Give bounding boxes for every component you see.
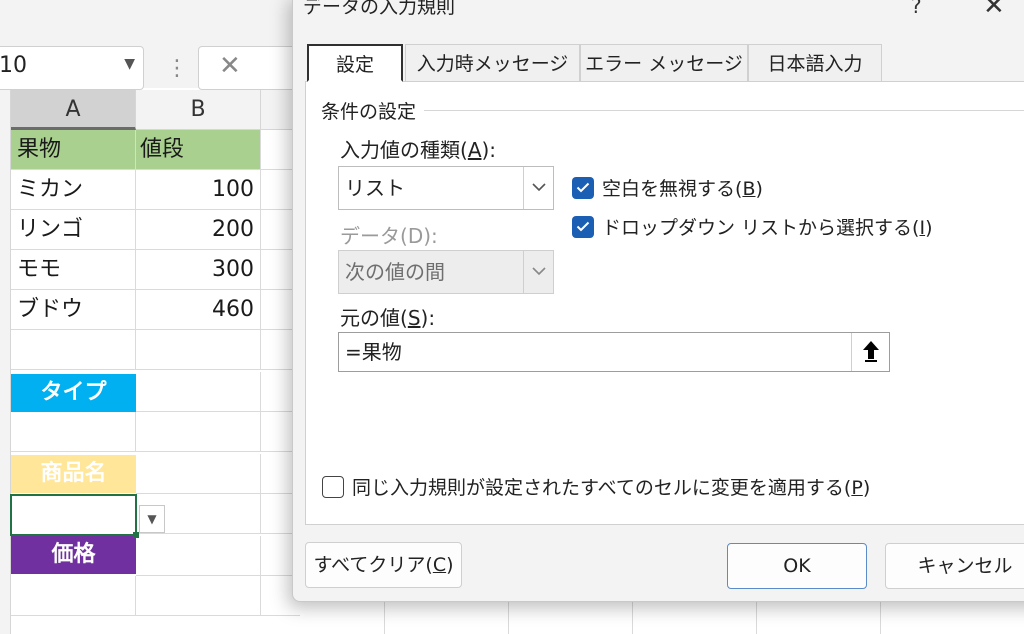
in-cell-dropdown-checkbox[interactable]: ドロップダウン リストから選択する(I) [572,213,933,240]
tab-error-alert[interactable]: エラー メッセージ [580,44,748,82]
active-cell[interactable] [10,494,139,538]
ignore-blank-label: 空白を無視する(B) [602,178,763,200]
source-access-key: S [407,306,421,330]
cell-b6[interactable] [136,330,261,370]
cell-b4[interactable]: 300 [136,250,261,290]
cell-b5[interactable]: 460 [136,290,261,330]
cell-a5[interactable]: ブドウ [11,290,136,330]
chevron-down-icon[interactable] [523,167,553,209]
help-icon[interactable]: ? [911,0,922,19]
ok-button[interactable]: OK [727,543,867,589]
source-label: 元の値(S): [340,306,436,330]
grid-line [384,598,385,634]
grid-line [880,598,881,634]
cell-b2[interactable]: 100 [136,170,261,210]
product-name-label-cell[interactable]: 商品名 [11,455,136,493]
group-divider [321,110,1024,111]
chevron-down-icon [523,251,553,293]
cancel-button[interactable]: キャンセル [885,543,1024,589]
cell-a6[interactable] [11,330,136,370]
validation-criteria-title: 条件の設定 [321,97,425,124]
cell-a2[interactable]: ミカン [11,170,136,210]
source-value: =果物 [345,340,402,364]
more-options-icon: ⋮ [166,56,188,81]
settings-panel: 条件の設定 入力値の種類(A): リスト データ(D): 次の値の間 空白を無視… [305,81,1024,525]
grid-line [756,598,757,634]
name-box-value: 10 [0,53,27,78]
cell-b11[interactable] [136,536,261,576]
name-box[interactable]: 10 ▼ [0,46,144,90]
tab-settings[interactable]: 設定 [307,44,403,82]
clear-all-button[interactable]: すべてクリア(C) [305,542,462,588]
cell-a3[interactable]: リンゴ [11,210,136,250]
checkbox-empty-icon[interactable] [322,475,344,498]
cell-b8[interactable] [136,412,261,452]
cell-dropdown-button[interactable]: ▼ [139,505,165,533]
ignore-blank-checkbox[interactable]: 空白を無視する(B) [572,174,763,201]
cell-b7[interactable] [136,372,261,412]
apply-all-checkbox[interactable]: 同じ入力規則が設定されたすべてのセルに変更を適用する(P) [322,473,870,500]
dialog-title: データの入力規則 [303,0,456,15]
checkmark-icon[interactable] [572,176,594,199]
range-select-button[interactable] [851,333,889,371]
data-validation-dialog: データの入力規則 ? ✕ 設定 入力時メッセージ エラー メッセージ 日本語入力… [292,0,1024,602]
grid-line [508,598,509,634]
cell-b3[interactable]: 200 [136,210,261,250]
cell-a1[interactable]: 果物 [11,130,136,170]
checkmark-icon[interactable] [572,215,594,238]
type-label-cell[interactable]: タイプ [11,374,136,412]
data-access-key: D [407,224,424,248]
worksheet-grid: A B 果物 値段 ミカン 100 リンゴ 200 モモ 300 ブドウ 460 [0,90,301,634]
apply-all-label: 同じ入力規則が設定されたすべてのセルに変更を適用する(P) [352,477,871,499]
chevron-down-icon[interactable]: ▼ [124,56,135,72]
data-value: 次の値の間 [345,260,445,284]
column-header-b[interactable]: B [136,90,261,130]
allow-access-key: A [467,138,482,162]
cell-b1[interactable]: 値段 [136,130,261,170]
price-label-cell[interactable]: 価格 [11,536,136,574]
cell-a4[interactable]: モモ [11,250,136,290]
close-icon[interactable]: ✕ [983,0,1005,21]
cell-b12[interactable] [136,576,261,616]
source-input[interactable]: =果物 [338,332,890,372]
allow-label: 入力値の種類(A): [340,138,497,162]
tab-input-mode[interactable]: 日本語入力 [748,44,882,82]
tab-input-message[interactable]: 入力時メッセージ [405,44,580,82]
data-label: データ(D): [340,224,438,248]
cell-a8[interactable] [11,412,136,452]
formula-bar: 10 ▼ ⋮ ✕ [0,18,308,90]
data-select: 次の値の間 [338,250,554,294]
allow-select[interactable]: リスト [338,166,554,210]
column-header-a[interactable]: A [11,90,136,130]
cell-b9[interactable] [136,454,261,494]
allow-value: リスト [345,176,405,200]
grid-line [632,598,633,634]
arrow-up-icon [863,341,879,362]
grid-visible-area [300,598,1024,634]
cell-a12[interactable] [11,576,136,616]
row-headers [0,90,11,634]
in-cell-dropdown-label: ドロップダウン リストから選択する(I) [602,217,933,239]
cancel-icon[interactable]: ✕ [219,51,241,81]
